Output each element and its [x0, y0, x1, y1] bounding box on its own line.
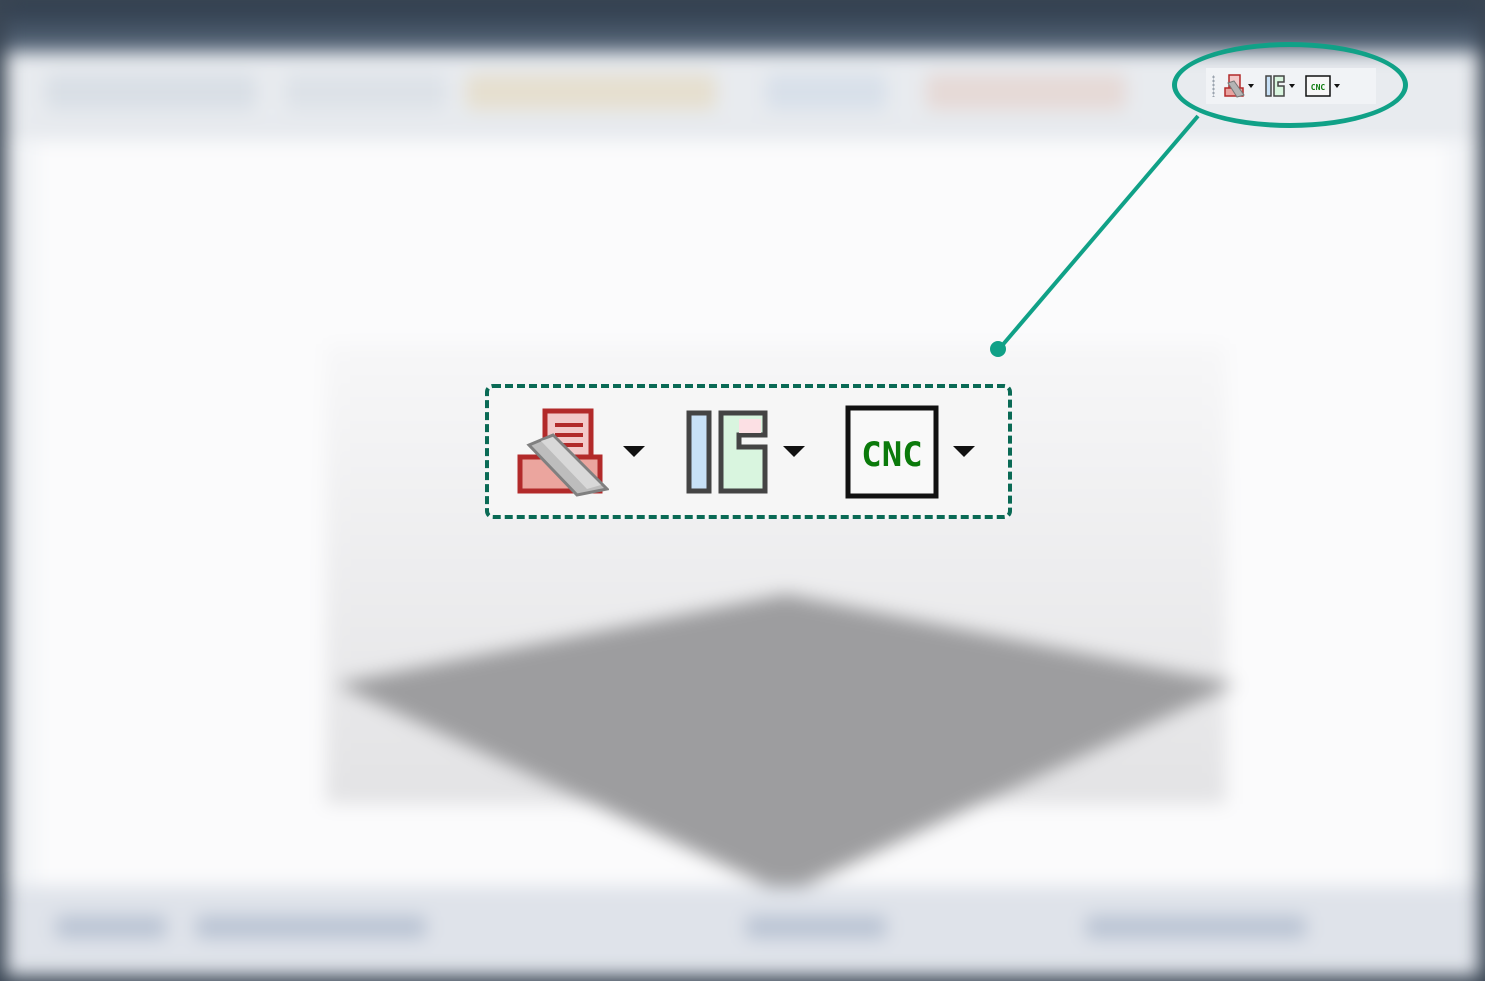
zoom-cnc-button: CNC — [845, 405, 975, 499]
dropdown-arrow-icon — [953, 446, 975, 457]
dropdown-arrow-icon — [783, 446, 805, 457]
print-laser-icon — [517, 408, 609, 497]
dropdown-arrow-icon — [623, 446, 645, 457]
zoom-print-laser-button — [517, 407, 645, 497]
screenshot-frame: CNC CNC — [0, 0, 1485, 981]
layout-panels-icon — [686, 410, 768, 493]
cnc-icon: CNC — [845, 405, 939, 498]
zoom-layout-panels-button — [685, 409, 805, 495]
zoomed-toolbar-callout: CNC — [485, 384, 1012, 519]
cnc-zoom-label: CNC — [861, 435, 922, 475]
